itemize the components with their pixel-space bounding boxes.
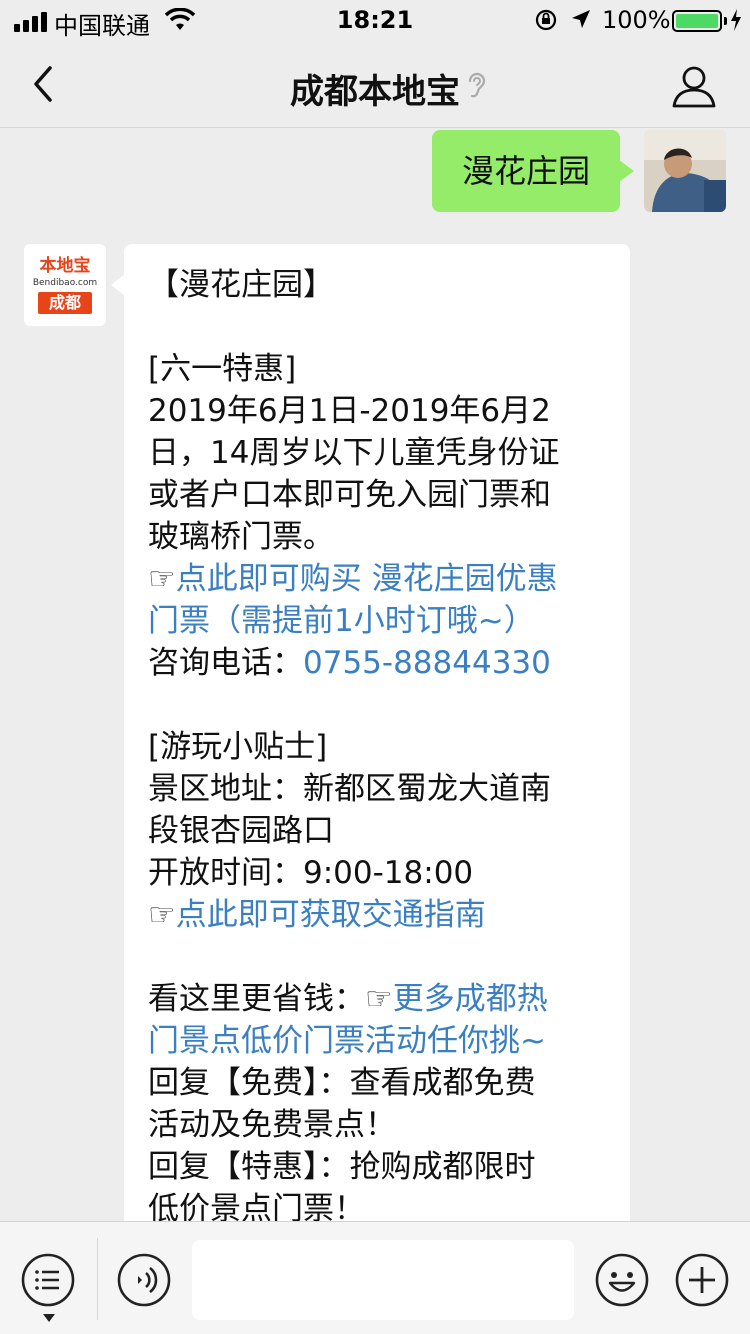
buy-ticket-link[interactable]: ☞点此即可购买 漫花庄园优惠 (148, 558, 606, 600)
message-line: 日，14周岁以下儿童凭身份证 (148, 435, 560, 471)
message-line: 2019年6月1日-2019年6月2 (148, 393, 551, 429)
save-money-label: 看这里更省钱： (148, 981, 365, 1017)
message-input[interactable] (192, 1240, 574, 1320)
pointing-hand-icon: ☞ (365, 981, 393, 1017)
battery-percent: 100% (602, 6, 671, 34)
location-arrow-icon (572, 10, 590, 28)
more-deals-row: 看这里更省钱：☞更多成都热 (148, 978, 606, 1020)
menu-icon[interactable] (20, 1252, 76, 1308)
battery-icon (672, 10, 722, 32)
input-bar (0, 1221, 750, 1334)
buy-ticket-link-text[interactable]: 点此即可购买 漫花庄园优惠 (176, 561, 558, 597)
message-title: 【漫花庄园】 (148, 267, 334, 303)
more-deals-link-text[interactable]: 更多成都热 (393, 981, 548, 1017)
pointing-hand-icon: ☞ (148, 897, 176, 933)
more-deals-link-text[interactable]: 门景点低价门票活动任你挑~ (148, 1020, 606, 1062)
chat-area[interactable]: 漫花庄园 本地宝 Bendibao.com 成都 【漫花庄园】 [六一特惠] 2… (0, 128, 750, 1221)
phone-row: 咨询电话：0755-88844330 (148, 642, 606, 684)
avatar[interactable] (644, 130, 726, 212)
emoji-icon[interactable] (594, 1252, 650, 1308)
message-line: 或者户口本即可免入园门票和 (148, 477, 551, 513)
address-line: 段银杏园路口 (148, 813, 334, 849)
message-line: 玻璃桥门票。 (148, 519, 334, 555)
traffic-guide-link[interactable]: ☞点此即可获取交通指南 (148, 894, 606, 936)
traffic-guide-link-text[interactable]: 点此即可获取交通指南 (176, 897, 486, 933)
user-photo (644, 130, 726, 212)
reply-hint-line: 活动及免费景点！ (148, 1107, 396, 1143)
voice-icon[interactable] (116, 1252, 172, 1308)
opening-hours: 开放时间：9:00-18:00 (148, 855, 474, 891)
divider (97, 1238, 98, 1320)
status-bar: 中国联通 18:21 100% (0, 0, 750, 40)
logo-domain-text: Bendibao.com (32, 278, 98, 288)
pointing-hand-icon: ☞ (148, 561, 176, 597)
reply-hint-line: 低价景点门票！ (148, 1191, 365, 1221)
phone-label: 咨询电话： (148, 645, 303, 681)
section-title-tips: [游玩小贴士] (148, 729, 328, 765)
phone-number-link[interactable]: 0755-88844330 (303, 645, 551, 681)
reply-hint-line: 回复【免费】：查看成都免费 (148, 1065, 536, 1101)
rotation-lock-icon (535, 9, 557, 31)
charging-icon (731, 9, 741, 31)
battery-tip (724, 17, 727, 25)
buy-ticket-link-text[interactable]: 门票（需提前1小时订哦~） (148, 600, 606, 642)
chat-title: 成都本地宝 (290, 72, 460, 112)
section-title-children-day: [六一特惠] (148, 351, 297, 387)
person-icon[interactable] (670, 62, 718, 110)
sent-message-text: 漫花庄园 (461, 152, 590, 190)
received-message-bubble: 【漫花庄园】 [六一特惠] 2019年6月1日-2019年6月2 日，14周岁以… (111, 244, 630, 1221)
ear-icon (468, 72, 486, 98)
address-line: 景区地址：新都区蜀龙大道南 (148, 771, 551, 807)
logo-brand-text: 本地宝 (39, 256, 91, 276)
bot-avatar[interactable]: 本地宝 Bendibao.com 成都 (24, 244, 106, 326)
logo-city-badge: 成都 (38, 292, 92, 314)
caret-down-icon (43, 1314, 55, 1322)
sent-message-bubble[interactable]: 漫花庄园 (432, 130, 634, 212)
nav-bar: 成都本地宝 (0, 40, 750, 128)
reply-hint-line: 回复【特惠】：抢购成都限时 (148, 1149, 536, 1185)
plus-icon[interactable] (674, 1252, 730, 1308)
